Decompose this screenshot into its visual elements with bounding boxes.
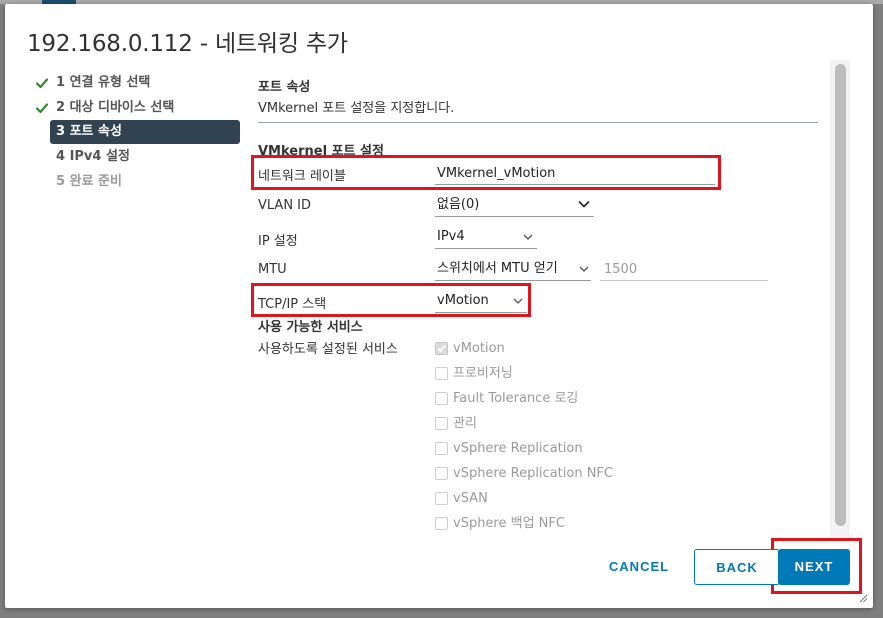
service-label: 관리 — [453, 416, 477, 431]
wizard-steps: 1 연결 유형 선택 2 대상 디바이스 선택 3 포트 속성 4 IPv4 설… — [35, 70, 240, 194]
service-label: 프로비저닝 — [453, 366, 513, 381]
next-button[interactable]: NEXT — [778, 549, 850, 585]
port-properties-panel: 포트 속성 VMkernel 포트 설정을 지정합니다. VMkernel 포트… — [250, 64, 820, 539]
network-label-label: 네트워크 레이블 — [258, 169, 346, 184]
ip-settings-label: IP 설정 — [258, 234, 298, 249]
service-management: 관리 — [435, 413, 613, 438]
checkbox — [435, 417, 448, 430]
service-label: vSphere Replication NFC — [453, 466, 613, 481]
checkbox — [435, 342, 448, 355]
service-label: vSphere Replication — [453, 441, 583, 456]
back-button[interactable]: BACK — [694, 549, 780, 585]
resize-grip-icon[interactable] — [859, 594, 868, 603]
checkbox — [435, 467, 448, 480]
network-label-input[interactable] — [435, 162, 715, 185]
service-label: Fault Tolerance 로깅 — [453, 391, 579, 406]
service-vsphere-replication: vSphere Replication — [435, 438, 613, 463]
section-title: 포트 속성 — [258, 80, 311, 95]
content-scrollbar[interactable] — [830, 60, 850, 540]
service-vmotion: vMotion — [435, 338, 613, 363]
checkbox — [435, 517, 448, 530]
subsection-title: VMkernel 포트 설정 — [258, 144, 384, 159]
step-ready-to-complete: 5 완료 준비 — [35, 169, 240, 194]
ip-settings-select[interactable]: IPv4 — [435, 226, 537, 249]
enabled-services-label: 사용하도록 설정된 서비스 — [258, 342, 398, 357]
check-icon — [35, 103, 49, 114]
chevron-down-icon — [523, 234, 533, 240]
vlan-id-label: VLAN ID — [258, 198, 312, 213]
step-label: 5 완료 준비 — [56, 174, 122, 189]
mtu-value: 스위치에서 MTU 얻기 — [437, 261, 558, 276]
tcpip-stack-select[interactable]: vMotion — [435, 290, 527, 313]
chevron-down-icon — [579, 266, 589, 272]
step-port-properties[interactable]: 3 포트 속성 — [50, 120, 240, 144]
vlan-id-value: 없음(0) — [437, 197, 480, 212]
service-provisioning: 프로비저닝 — [435, 363, 613, 388]
tcpip-stack-value: vMotion — [437, 293, 489, 308]
service-vsan: vSAN — [435, 488, 613, 513]
step-label: 4 IPv4 설정 — [56, 149, 130, 164]
step-label: 1 연결 유형 선택 — [56, 75, 151, 90]
mtu-label: MTU — [258, 262, 287, 277]
step-label: 3 포트 속성 — [56, 124, 122, 139]
service-vsphere-replication-nfc: vSphere Replication NFC — [435, 463, 613, 488]
section-divider — [258, 122, 818, 123]
step-ipv4-settings[interactable]: 4 IPv4 설정 — [35, 144, 240, 169]
service-vsphere-backup-nfc: vSphere 백업 NFC — [435, 513, 613, 538]
checkbox — [435, 442, 448, 455]
step-label: 2 대상 디바이스 선택 — [56, 100, 175, 115]
dialog-title: 192.168.0.112 - 네트워킹 추가 — [27, 31, 348, 57]
service-label: vSphere 백업 NFC — [453, 516, 565, 531]
tcpip-stack-label: TCP/IP 스택 — [258, 297, 327, 312]
checkbox — [435, 492, 448, 505]
add-networking-dialog: 192.168.0.112 - 네트워킹 추가 1 연결 유형 선택 2 대상 … — [5, 4, 873, 608]
service-fault-tolerance: Fault Tolerance 로깅 — [435, 388, 613, 413]
step-connection-type[interactable]: 1 연결 유형 선택 — [35, 70, 240, 95]
section-description: VMkernel 포트 설정을 지정합니다. — [258, 101, 455, 116]
chevron-down-icon — [578, 200, 590, 208]
mtu-input — [600, 258, 768, 281]
cancel-button[interactable]: CANCEL — [598, 549, 680, 585]
checkbox — [435, 367, 448, 380]
service-label: vSAN — [453, 491, 488, 506]
services-list: vMotion 프로비저닝 Fault Tolerance 로깅 관리 vSph… — [435, 338, 613, 538]
check-icon — [437, 344, 446, 353]
service-label: vMotion — [453, 341, 505, 356]
step-target-device[interactable]: 2 대상 디바이스 선택 — [35, 95, 240, 120]
scrollbar-thumb[interactable] — [835, 64, 846, 526]
chevron-down-icon — [513, 298, 523, 304]
mtu-select[interactable]: 스위치에서 MTU 얻기 — [435, 258, 591, 281]
vlan-id-select[interactable]: 없음(0) — [435, 194, 594, 217]
ip-settings-value: IPv4 — [437, 229, 465, 244]
checkbox — [435, 392, 448, 405]
check-icon — [35, 78, 49, 89]
services-title: 사용 가능한 서비스 — [258, 320, 363, 335]
